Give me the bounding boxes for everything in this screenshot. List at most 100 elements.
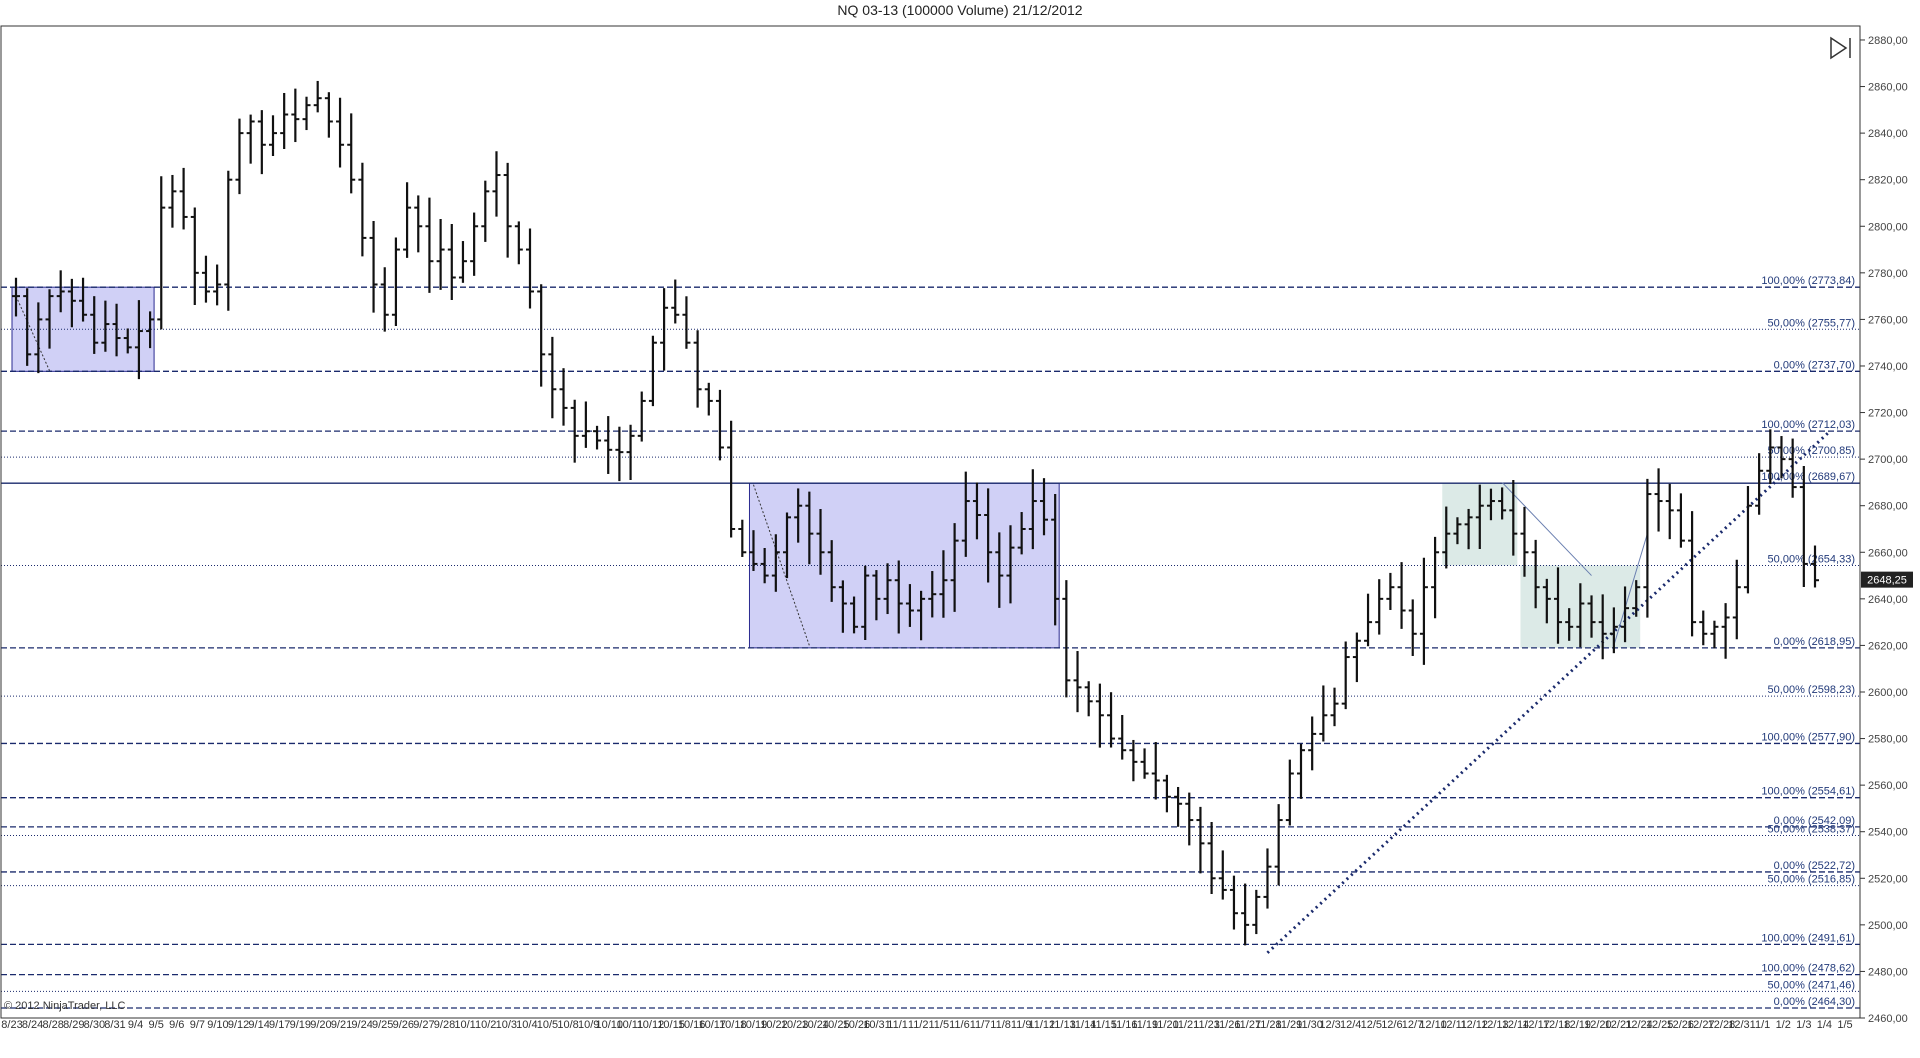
price-bar[interactable] <box>1185 792 1194 846</box>
scroll-to-end-button[interactable] <box>1830 36 1851 60</box>
price-bar[interactable] <box>581 401 590 448</box>
price-bar[interactable] <box>1654 468 1663 532</box>
price-bar[interactable] <box>559 368 568 426</box>
price-bar[interactable] <box>1151 742 1160 800</box>
price-bar[interactable] <box>1129 739 1138 782</box>
price-bar[interactable] <box>626 424 635 481</box>
price-bar[interactable] <box>481 180 490 242</box>
price-bar[interactable] <box>1252 889 1261 935</box>
price-bar[interactable] <box>492 151 501 217</box>
price-bar[interactable] <box>1375 579 1384 635</box>
price-bar[interactable] <box>1095 683 1104 748</box>
price-bar[interactable] <box>1285 759 1294 826</box>
price-bar[interactable] <box>1062 580 1071 698</box>
price-bar[interactable] <box>1341 641 1350 710</box>
price-bar[interactable] <box>615 426 624 482</box>
price-bar[interactable] <box>425 197 434 293</box>
price-bar[interactable] <box>637 391 646 442</box>
price-bar[interactable] <box>1319 685 1328 742</box>
price-bar[interactable] <box>358 162 367 257</box>
price-bar[interactable] <box>1084 681 1093 717</box>
price-bar[interactable] <box>1386 572 1395 610</box>
price-bar[interactable] <box>1229 875 1238 930</box>
price-bar[interactable] <box>1743 485 1752 594</box>
price-bar[interactable] <box>157 176 166 330</box>
trendline-support[interactable] <box>1266 430 1832 954</box>
price-bar[interactable] <box>727 420 736 538</box>
price-bar[interactable] <box>213 264 222 306</box>
price-bar[interactable] <box>526 228 534 309</box>
price-bar[interactable] <box>436 218 445 290</box>
price-chart[interactable]: 100,00% (2773,84) 50,00% (2755,77) 0,00% (… <box>0 0 1920 1058</box>
price-bar[interactable] <box>201 255 210 303</box>
price-bar[interactable] <box>1330 687 1339 727</box>
price-bar[interactable] <box>235 118 244 195</box>
price-bar[interactable] <box>257 110 266 175</box>
x-tick-label: 8/24 <box>22 1019 43 1031</box>
price-bar[interactable] <box>604 416 613 474</box>
price-bar[interactable] <box>704 382 713 416</box>
price-bar[interactable] <box>1196 806 1205 874</box>
price-bar[interactable] <box>1352 632 1361 683</box>
price-bar[interactable] <box>514 221 523 265</box>
price-bar[interactable] <box>593 425 602 450</box>
price-bar[interactable] <box>1799 466 1808 588</box>
price-bar[interactable] <box>1174 786 1183 827</box>
price-bar[interactable] <box>1397 562 1406 629</box>
price-bar[interactable] <box>1140 748 1149 779</box>
price-bar[interactable] <box>369 220 378 313</box>
price-bar[interactable] <box>447 224 456 301</box>
price-bar[interactable] <box>336 97 345 168</box>
price-bar[interactable] <box>1297 743 1305 799</box>
price-bar[interactable] <box>1419 557 1428 665</box>
price-bar[interactable] <box>738 519 747 557</box>
price-bar[interactable] <box>1676 493 1685 548</box>
price-bar[interactable] <box>1274 804 1283 886</box>
price-bar[interactable] <box>1263 848 1272 909</box>
price-bar[interactable] <box>1107 692 1116 748</box>
price-bar[interactable] <box>1710 620 1719 649</box>
price-bar[interactable] <box>179 167 188 230</box>
price-bar[interactable] <box>391 237 400 327</box>
price-bar[interactable] <box>1688 511 1697 637</box>
price-bar[interactable] <box>1118 714 1127 760</box>
price-bar[interactable] <box>168 174 177 228</box>
price-bar[interactable] <box>1162 774 1171 813</box>
price-bar[interactable] <box>190 207 199 306</box>
price-bar[interactable] <box>1207 821 1216 894</box>
price-bar[interactable] <box>280 92 289 150</box>
price-bar[interactable] <box>548 336 557 419</box>
price-bar[interactable] <box>224 170 233 311</box>
price-bar[interactable] <box>1699 610 1708 646</box>
price-bar[interactable] <box>503 162 512 258</box>
price-bar[interactable] <box>1364 593 1373 647</box>
price-bar[interactable] <box>403 182 412 258</box>
price-bar[interactable] <box>1721 603 1730 659</box>
price-bar[interactable] <box>414 195 423 253</box>
price-bar[interactable] <box>715 389 724 461</box>
price-bar[interactable] <box>1218 850 1227 900</box>
price-bar[interactable] <box>1811 545 1819 588</box>
price-bar[interactable] <box>313 80 322 113</box>
range-boxes <box>11 286 1641 649</box>
x-tick-label: 9/24 <box>351 1019 372 1031</box>
price-bar[interactable] <box>1755 453 1764 515</box>
price-bar[interactable] <box>458 241 467 283</box>
price-bar[interactable] <box>1241 883 1250 946</box>
price-bar[interactable] <box>671 279 680 324</box>
price-bar[interactable] <box>347 113 356 194</box>
price-bar[interactable] <box>1732 559 1741 640</box>
price-bar[interactable] <box>1431 536 1440 619</box>
price-bar[interactable] <box>269 115 277 157</box>
price-bar[interactable] <box>1073 651 1082 713</box>
price-bar[interactable] <box>324 92 333 138</box>
price-bar[interactable] <box>291 88 300 143</box>
price-bar[interactable] <box>246 114 255 164</box>
price-bar[interactable] <box>470 212 479 276</box>
price-bar[interactable] <box>693 330 702 408</box>
price-bar[interactable] <box>302 96 311 131</box>
price-bar[interactable] <box>682 296 691 349</box>
y-tick-label: 2780,00 <box>1868 268 1908 280</box>
price-bar[interactable] <box>380 267 389 332</box>
price-bar[interactable] <box>1665 483 1674 540</box>
